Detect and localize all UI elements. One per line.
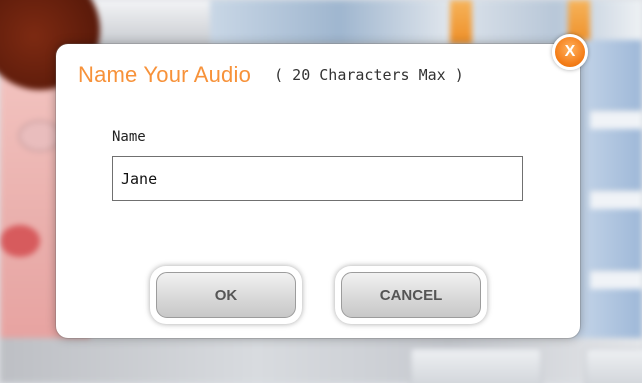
name-field-label: Name	[112, 129, 146, 145]
screen: Name Your Audio ( 20 Characters Max ) X …	[0, 0, 642, 383]
cancel-button[interactable]: CANCEL	[341, 272, 481, 318]
background-panel-row	[590, 190, 642, 209]
dialog-title: Name Your Audio	[78, 62, 252, 87]
background-panel-row	[590, 110, 642, 129]
cancel-button-frame: CANCEL	[335, 266, 487, 324]
ok-button-frame: OK	[150, 266, 302, 324]
background-orange-bar	[450, 0, 472, 44]
background-bottom-bar	[0, 338, 642, 383]
character-limit-hint: ( 20 Characters Max )	[274, 66, 464, 84]
name-input[interactable]	[112, 156, 523, 201]
background-character-cheek	[0, 225, 40, 257]
name-audio-dialog: Name Your Audio ( 20 Characters Max ) X …	[56, 34, 588, 338]
background-panel-row	[590, 270, 642, 289]
close-icon: X	[564, 43, 576, 60]
background-bottom-tile	[585, 348, 642, 383]
ok-button[interactable]: OK	[156, 272, 296, 318]
close-button[interactable]: X	[552, 34, 588, 70]
dialog-header: Name Your Audio ( 20 Characters Max )	[78, 62, 464, 88]
background-bottom-tile	[410, 348, 542, 383]
